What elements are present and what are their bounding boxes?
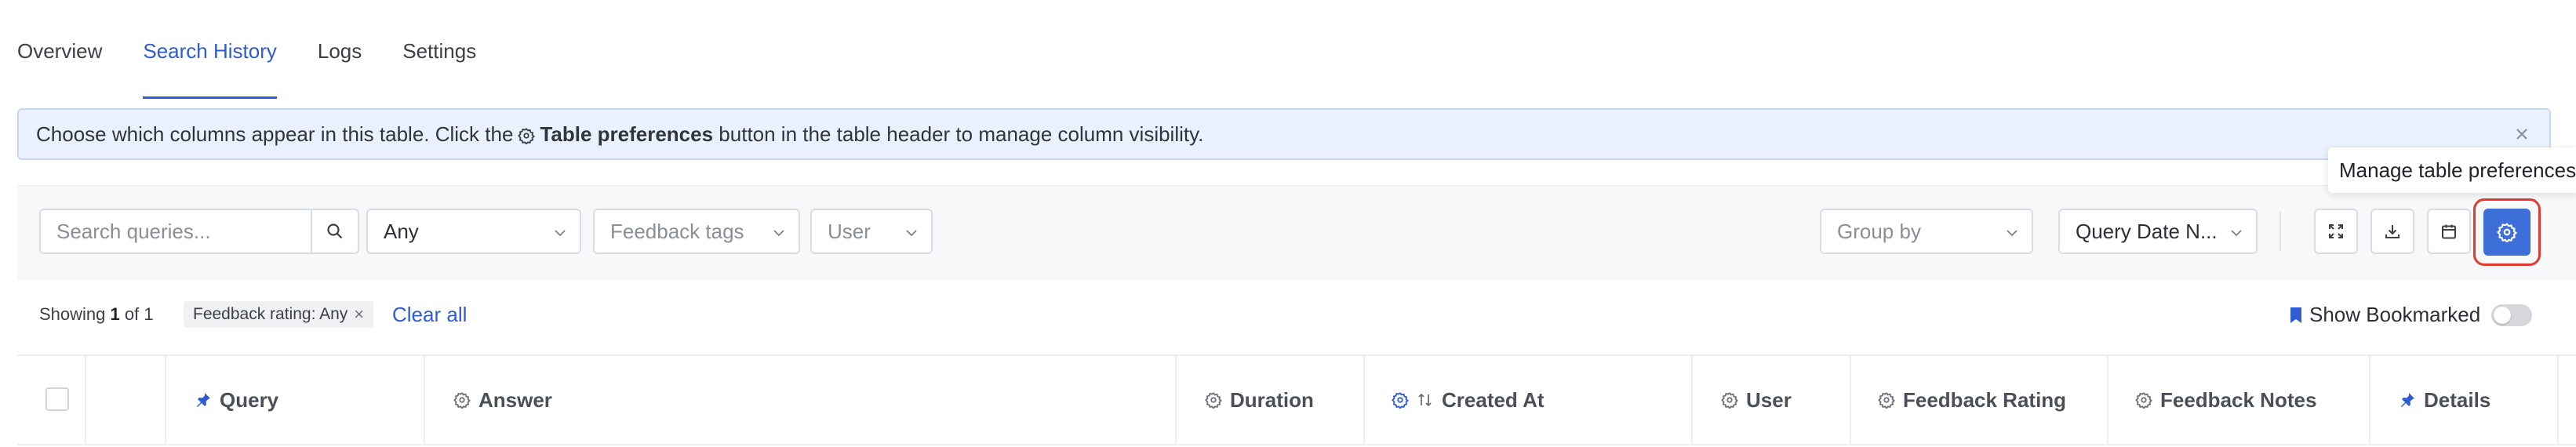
expand-icon [2327,223,2345,240]
calendar-button[interactable] [2427,209,2471,254]
any-select[interactable]: Any [366,209,581,254]
user-placeholder: User [828,219,871,243]
show-bookmarked: Show Bookmarked [2289,303,2480,327]
tab-logs[interactable]: Logs [318,31,362,86]
gear-icon [518,127,536,144]
column-header-user[interactable]: User [1721,356,1792,444]
tab-search-history[interactable]: Search History [143,31,277,99]
column-label: Query [220,387,279,412]
chevron-down-icon [772,226,786,240]
bookmark-icon [2289,306,2303,325]
clear-all-link[interactable]: Clear all [392,303,467,327]
banner-text-before: Choose which columns appear in this tabl… [36,122,514,146]
gear-icon[interactable] [453,391,471,409]
show-bookmarked-toggle[interactable] [2491,304,2532,326]
info-banner: Choose which columns appear in this tabl… [17,108,2551,160]
calendar-icon [2440,223,2458,240]
chevron-down-icon [553,226,567,240]
close-icon[interactable] [2510,122,2534,146]
query-date-value: Query Date N... [2076,219,2218,243]
toggle-knob [2494,307,2511,324]
column-divider [1363,356,1365,444]
toolbar-divider [2279,212,2281,251]
tooltip: Manage table preferences [2328,147,2576,193]
show-bookmarked-label: Show Bookmarked [2309,303,2481,326]
column-header-answer[interactable]: Answer [453,356,552,444]
column-header-feedback-rating[interactable]: Feedback Rating [1878,356,2066,444]
gear-icon[interactable] [2135,391,2152,409]
download-icon [2384,223,2401,240]
gear-icon [2497,222,2517,242]
column-divider [2369,356,2370,444]
fullscreen-button[interactable] [2314,209,2358,254]
gear-icon[interactable] [1878,391,1895,409]
column-divider [1175,356,1177,444]
column-label: Details [2424,387,2491,412]
gear-icon[interactable] [1392,391,1409,409]
pin-icon[interactable] [195,391,212,409]
column-header-duration[interactable]: Duration [1205,356,1314,444]
column-divider [165,356,166,444]
gear-icon[interactable] [1205,391,1222,409]
column-label: User [1746,387,1792,412]
column-label: Feedback Notes [2160,387,2317,412]
banner-text: Choose which columns appear in this tabl… [36,122,1203,147]
tab-overview[interactable]: Overview [17,31,102,86]
column-label: Answer [478,387,552,412]
chevron-down-icon [2005,226,2019,240]
showing-label: Showing [39,304,106,324]
column-divider [2557,356,2559,444]
column-divider [1850,356,1851,444]
any-select-value: Any [384,219,419,243]
banner-text-after: button in the table header to manage col… [719,122,1204,146]
column-divider [2107,356,2108,444]
search-placeholder: Search queries... [56,219,211,243]
search-icon [326,222,344,241]
column-header-query[interactable]: Query [195,356,278,444]
column-header-feedback-notes[interactable]: Feedback Notes [2135,356,2316,444]
query-date-select[interactable]: Query Date N... [2058,209,2258,254]
results-summary: Showing 1 of 1 [39,304,154,325]
sort-icon[interactable] [1417,391,1434,409]
banner-bold-text: Table preferences [540,122,714,146]
search-button[interactable] [311,209,359,254]
column-label: Duration [1230,387,1314,412]
select-all-checkbox[interactable] [45,387,69,411]
column-label: Feedback Rating [1903,387,2067,412]
feedback-tags-placeholder: Feedback tags [610,219,744,243]
user-select[interactable]: User [810,209,933,254]
search-input[interactable]: Search queries... [39,209,312,254]
tab-settings[interactable]: Settings [402,31,476,86]
tab-bar: Overview Search History Logs Settings [17,31,517,99]
chevron-down-icon [2229,226,2243,240]
showing-count: 1 [110,304,120,324]
feedback-tags-select[interactable]: Feedback tags [593,209,800,254]
column-header-details[interactable]: Details [2399,356,2490,444]
column-divider [424,356,425,444]
download-button[interactable] [2370,209,2414,254]
remove-filter-icon[interactable]: × [354,304,364,325]
gear-icon[interactable] [1721,391,1738,409]
table-preferences-button[interactable] [2483,209,2531,256]
group-by-select[interactable]: Group by [1820,209,2033,254]
table-header: Query Answer Duration Created At User Fe… [17,354,2576,445]
filter-chip-label: Feedback rating: Any [193,305,348,323]
showing-total: of 1 [124,304,154,324]
column-label: Created At [1442,387,1545,412]
chevron-down-icon [904,226,919,240]
filter-chip: Feedback rating: Any × [184,301,374,328]
group-by-placeholder: Group by [1837,219,1921,243]
column-divider [1691,356,1693,444]
column-divider [85,356,86,444]
pin-icon[interactable] [2399,391,2416,409]
column-header-created-at[interactable]: Created At [1392,356,1545,444]
